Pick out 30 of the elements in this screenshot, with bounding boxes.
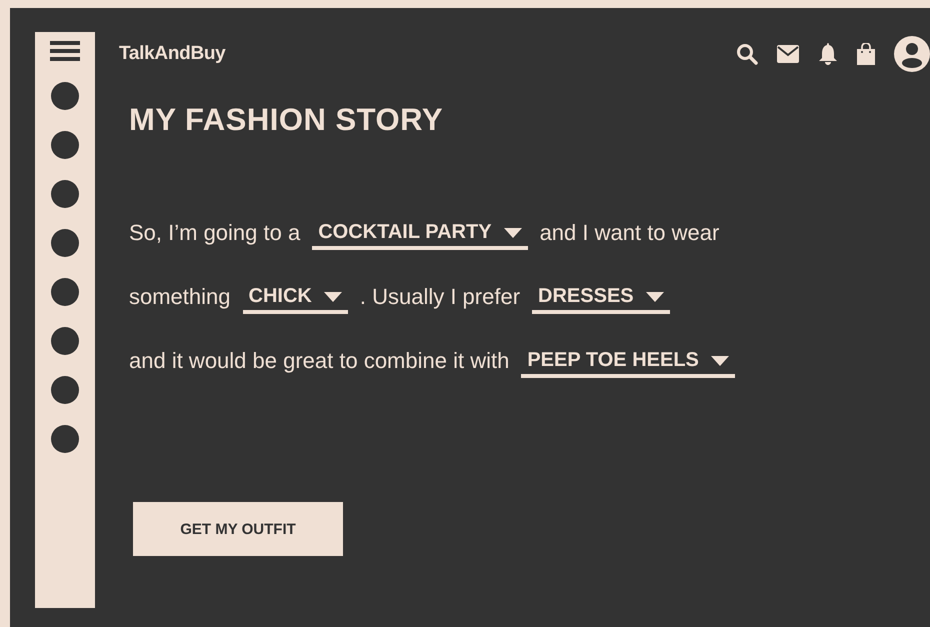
dropdown[interactable]: DRESSES: [532, 285, 670, 314]
caret-icon: [504, 228, 522, 238]
bell-icon[interactable]: [818, 43, 838, 65]
nav-dot-icon[interactable]: [51, 425, 79, 453]
caret-icon: [710, 356, 729, 366]
get-outfit-button[interactable]: GET MY OUTFIT: [133, 502, 343, 556]
dropdown[interactable]: CHICK: [242, 285, 348, 314]
dropdown[interactable]: PEEP TOE HEELS: [521, 349, 735, 378]
search-icon[interactable]: [736, 43, 758, 65]
avatar-icon[interactable]: [894, 36, 930, 72]
story-text: and it would be great to combine it with: [129, 348, 510, 375]
nav-dot-icon[interactable]: [51, 278, 79, 306]
nav-dot-icon[interactable]: [51, 327, 79, 355]
nav-dot-icon[interactable]: [51, 82, 79, 110]
nav-dot-icon[interactable]: [51, 180, 79, 208]
nav-dot-icon[interactable]: [51, 131, 79, 159]
shopping-bag-icon[interactable]: [857, 43, 875, 65]
story-text: something: [129, 284, 231, 311]
logo: TalkAndBuy: [119, 43, 226, 65]
caret-icon: [646, 292, 664, 302]
dropdown[interactable]: COCKTAIL PARTY: [312, 221, 528, 250]
story-text: So, I’m going to a: [129, 220, 300, 247]
mail-icon[interactable]: [777, 45, 799, 63]
nav-dot-icon[interactable]: [51, 229, 79, 257]
page-title: MY FASHION STORY: [129, 102, 444, 138]
nav-dot-icon[interactable]: [51, 376, 79, 404]
menu-icon[interactable]: [50, 41, 80, 61]
story-text: and I want to wear: [540, 220, 720, 247]
caret-icon: [324, 292, 342, 302]
story-text: . Usually I prefer: [360, 284, 520, 311]
